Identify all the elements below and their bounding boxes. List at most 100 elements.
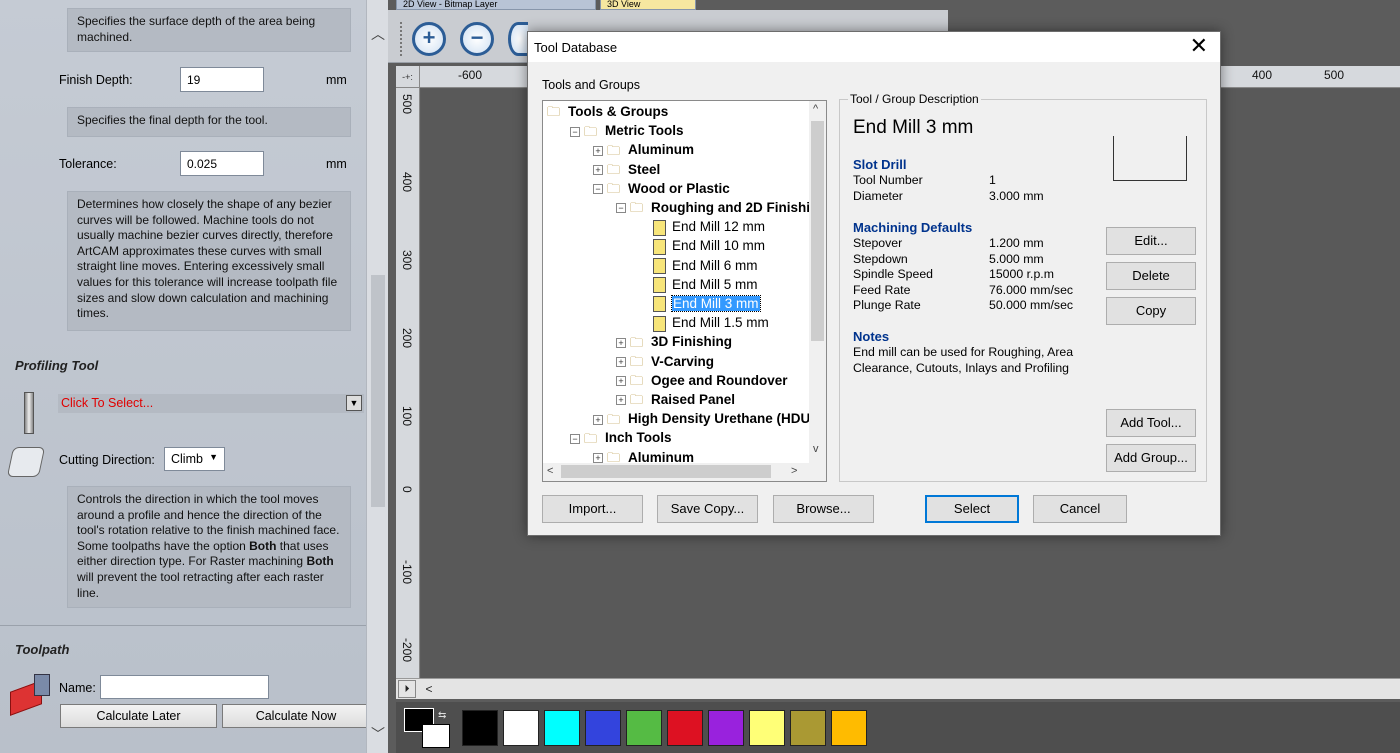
toolpath-calculator-icon [8, 672, 50, 716]
folder-icon: 🗀 [607, 181, 621, 197]
color-swatch[interactable] [462, 710, 498, 746]
delete-button[interactable]: Delete [1106, 262, 1196, 290]
scroll-down-icon[interactable]: ﹀ [369, 724, 387, 742]
collapse-icon[interactable]: − [570, 433, 580, 444]
vertical-ruler: 500 400 300 200 100 0 -100 -200 [396, 88, 420, 678]
left-panel-scrollbar[interactable]: ︿ ﹀ [366, 0, 388, 753]
tree-group-item[interactable]: + 🗀 3D Finishing [616, 332, 732, 351]
dropdown-arrow-icon[interactable]: ▼ [346, 395, 362, 411]
scroll-down-icon[interactable]: v [813, 443, 819, 455]
tree-item-label: End Mill 10 mm [672, 238, 766, 254]
color-swatch[interactable] [585, 710, 621, 746]
expand-icon[interactable]: + [616, 337, 626, 348]
tree-tool-item[interactable]: End Mill 3 mm [653, 294, 761, 313]
tree-group-item[interactable]: + 🗀 Aluminum [593, 140, 694, 159]
tool-tree[interactable]: 🗀 Tools & Groups − 🗀 Metric Tools + 🗀 Aluminum +… [542, 100, 827, 482]
tree-item-label: V-Carving [651, 353, 715, 369]
tree-group-item[interactable]: + 🗀 Steel [593, 160, 660, 179]
scroll-left-end-icon[interactable]: ⏵ [398, 680, 416, 698]
add-tool-button[interactable]: Add Tool... [1106, 409, 1196, 437]
import-button[interactable]: Import... [542, 495, 643, 523]
scroll-left-icon[interactable]: < [420, 680, 438, 698]
expand-icon[interactable]: + [593, 165, 603, 176]
color-swatch[interactable] [667, 710, 703, 746]
cancel-button[interactable]: Cancel [1033, 495, 1127, 523]
expand-icon[interactable]: + [616, 376, 626, 387]
color-swatch[interactable] [503, 710, 539, 746]
tree-item-label: Raised Panel [651, 392, 736, 407]
color-swatch[interactable] [626, 710, 662, 746]
tree-group-item[interactable]: 🗀 Tools & Groups [547, 102, 668, 121]
collapse-icon[interactable]: − [593, 184, 603, 195]
browse-button[interactable]: Browse... [773, 495, 874, 523]
color-swatch[interactable] [708, 710, 744, 746]
scroll-left-icon[interactable]: < [547, 465, 553, 477]
toolbar-grip [400, 22, 403, 56]
ruler-corner[interactable]: -+: [396, 66, 420, 88]
cutting-direction-select[interactable]: Climb ▼ [164, 447, 225, 471]
color-swatch[interactable] [831, 710, 867, 746]
tree-group-item[interactable]: + 🗀 Raised Panel [616, 390, 735, 409]
expand-icon[interactable]: + [593, 414, 603, 425]
collapse-icon[interactable]: − [616, 203, 626, 214]
close-icon[interactable]: ✕ [1190, 35, 1208, 57]
tree-vertical-scrollbar[interactable]: ^ v [809, 101, 826, 464]
tree-group-item[interactable]: + 🗀 High Density Urethane (HDU [593, 409, 810, 428]
edit-button[interactable]: Edit... [1106, 227, 1196, 255]
click-to-select-text[interactable]: Click To Select... [61, 396, 153, 410]
tool-select-field[interactable]: Click To Select... ▼ [58, 394, 364, 413]
ruler-label: -100 [400, 560, 414, 585]
scrollbar-thumb[interactable] [561, 465, 771, 478]
add-group-button[interactable]: Add Group... [1106, 444, 1196, 472]
expand-icon[interactable]: + [593, 145, 603, 156]
calculate-now-button[interactable]: Calculate Now [222, 704, 366, 728]
calculate-later-button[interactable]: Calculate Later [60, 704, 217, 728]
finish-depth-input[interactable] [180, 67, 264, 92]
color-swatch[interactable] [790, 710, 826, 746]
color-swatch[interactable] [749, 710, 785, 746]
swap-colors-icon[interactable]: ⇆ [438, 710, 446, 721]
tree-group-item[interactable]: − 🗀 Metric Tools [570, 121, 684, 140]
scrollbar-thumb[interactable] [371, 275, 385, 507]
zoom-out-icon[interactable]: − [460, 22, 494, 56]
ruler-label: 0 [400, 486, 414, 493]
scrollbar-thumb[interactable] [811, 121, 824, 341]
scroll-up-icon[interactable]: ︿ [369, 24, 387, 42]
tree-tool-item[interactable]: End Mill 6 mm [653, 256, 758, 275]
color-swatch[interactable] [544, 710, 580, 746]
folder-icon: 🗀 [630, 200, 644, 216]
copy-button[interactable]: Copy [1106, 297, 1196, 325]
collapse-icon[interactable]: − [570, 126, 580, 137]
zoom-in-icon[interactable]: + [412, 22, 446, 56]
expand-icon[interactable]: + [616, 395, 626, 406]
folder-icon: 🗀 [584, 430, 598, 446]
zoom-fit-icon[interactable] [508, 22, 528, 56]
scroll-right-icon[interactable]: > [791, 465, 797, 477]
tree-tool-item[interactable]: End Mill 1.5 mm [653, 313, 769, 332]
tree-group-item[interactable]: − 🗀 Roughing and 2D Finishi [616, 198, 810, 217]
scroll-up-icon[interactable]: ^ [813, 103, 818, 115]
canvas-horizontal-scrollbar[interactable]: ⏵ < [396, 678, 1400, 699]
tree-tool-item[interactable]: End Mill 12 mm [653, 217, 765, 236]
expand-icon[interactable]: + [593, 453, 603, 464]
tree-item-label: Aluminum [628, 142, 694, 158]
save-copy-button[interactable]: Save Copy... [657, 495, 758, 523]
spindle-speed-label: Spindle Speed [853, 267, 933, 281]
tab-2d-view[interactable]: 2D View - Bitmap Layer [396, 0, 596, 10]
dialog-titlebar[interactable]: Tool Database ✕ [528, 32, 1220, 62]
tree-group-item[interactable]: − 🗀 Wood or Plastic [593, 179, 730, 198]
tree-horizontal-scrollbar[interactable]: < > [543, 463, 826, 481]
tree-group-item[interactable]: + 🗀 V-Carving [616, 352, 714, 371]
tolerance-input[interactable] [180, 151, 264, 176]
tree-group-item[interactable]: − 🗀 Inch Tools [570, 428, 672, 447]
toolpath-name-input[interactable] [100, 675, 269, 699]
select-button[interactable]: Select [925, 495, 1019, 523]
tree-tool-item[interactable]: End Mill 10 mm [653, 236, 765, 255]
expand-icon[interactable]: + [616, 357, 626, 368]
tree-item-label: Wood or Plastic [628, 180, 730, 196]
tree-group-item[interactable]: + 🗀 Ogee and Roundover [616, 371, 788, 390]
background-color-swatch[interactable] [422, 724, 450, 748]
tab-3d-view[interactable]: 3D View [600, 0, 696, 10]
tree-tool-item[interactable]: End Mill 5 mm [653, 275, 758, 294]
ruler-label: 300 [400, 250, 414, 271]
